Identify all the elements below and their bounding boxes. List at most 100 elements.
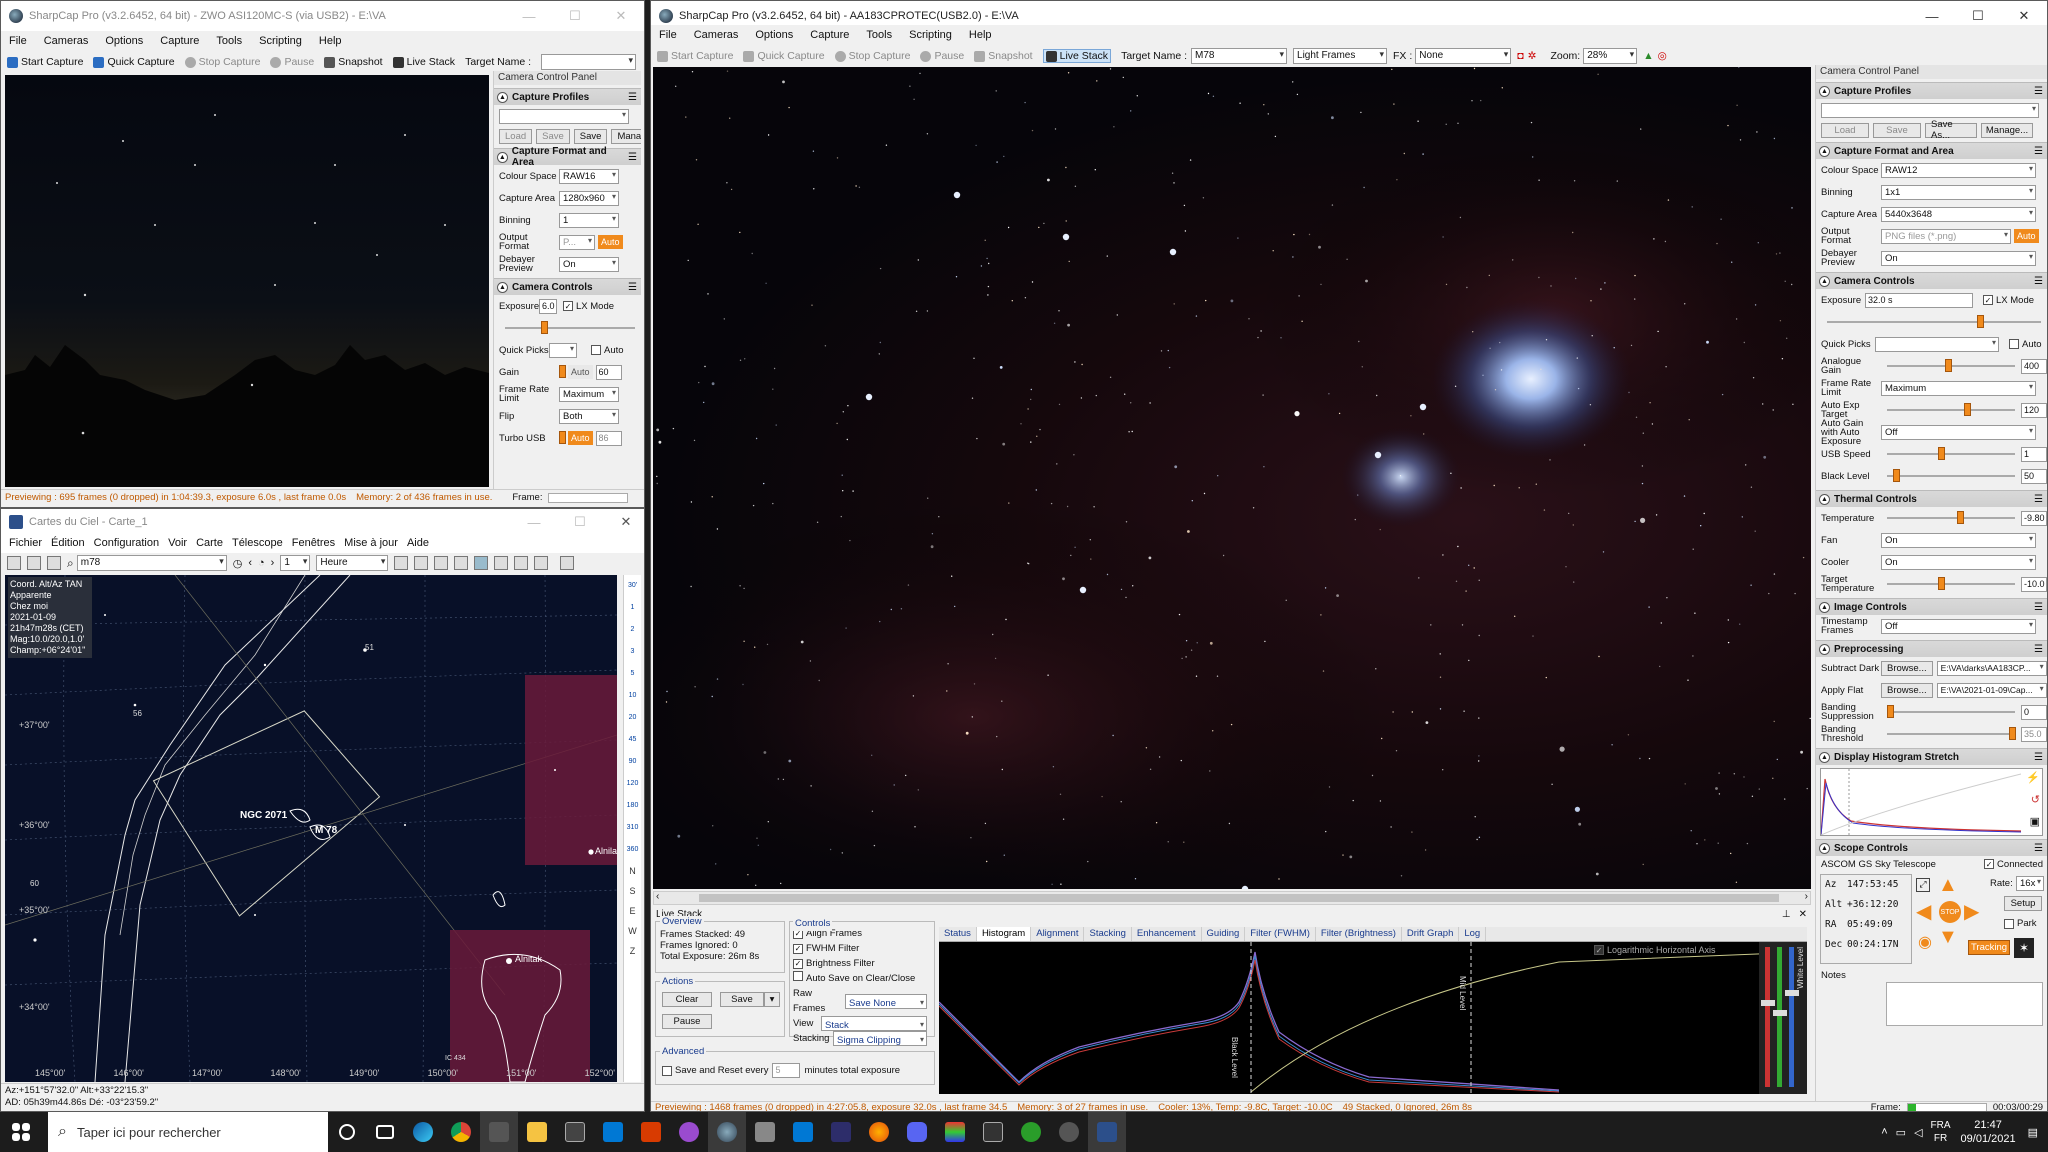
dark-file-select[interactable]: E:\VA\darks\AA183CP...	[1936, 660, 2047, 676]
close-button[interactable]: ✕	[603, 509, 644, 535]
mid-level-marker[interactable]: Mid Level	[1458, 976, 1467, 1010]
slew-right-icon[interactable]: ▶	[1964, 899, 1979, 924]
flat-file-select[interactable]: E:\VA\2021-01-09\Cap...	[1936, 682, 2047, 698]
zoom-select[interactable]: 28%	[1583, 48, 1638, 64]
discord-icon[interactable]	[898, 1112, 936, 1152]
maximize-button[interactable]: ☐	[552, 1, 598, 31]
slew-left-icon[interactable]: ◀	[1916, 899, 1931, 924]
menu-mise-a-jour[interactable]: Mise à jour	[344, 537, 398, 549]
crosshair-icon[interactable]: ✲	[1528, 50, 1537, 62]
target-name-input[interactable]	[541, 54, 637, 70]
volume-icon[interactable]: ◁	[1914, 1126, 1922, 1139]
menu-icon[interactable]: ☰	[2034, 644, 2043, 655]
histogram-reset-icon[interactable]: ↺	[2031, 793, 2040, 806]
slew-down-icon[interactable]: ▼	[1938, 926, 1958, 949]
calculator-icon[interactable]	[784, 1112, 822, 1152]
time-icon[interactable]: ◔	[258, 557, 265, 569]
maximize-button[interactable]: ☐	[557, 509, 603, 535]
preprocessing-header[interactable]: ▲ Preprocessing ☰	[1816, 640, 2047, 657]
auto-button[interactable]: Auto	[2014, 229, 2039, 243]
cortana-icon[interactable]	[328, 1112, 366, 1152]
browse-flat-button[interactable]: Browse...	[1881, 682, 1933, 698]
file-explorer-icon[interactable]	[518, 1112, 556, 1152]
camera-control-slider[interactable]	[1887, 359, 2015, 372]
auto-save-checkbox[interactable]	[793, 971, 803, 981]
manage-button[interactable]: Manage	[611, 128, 641, 144]
profile-select[interactable]	[1821, 102, 2039, 118]
scale-item[interactable]: 30'	[624, 575, 641, 597]
pause-button[interactable]: Pause	[270, 56, 314, 68]
scrollbar-thumb[interactable]	[699, 894, 1779, 902]
step-input[interactable]: 1	[280, 555, 311, 571]
gain-input[interactable]: 60	[595, 364, 622, 380]
camera-control-input[interactable]: 400	[2021, 358, 2047, 374]
scale-item[interactable]: 3	[624, 641, 641, 663]
calendar-icon[interactable]	[7, 556, 21, 570]
tab-alignment[interactable]: Alignment	[1031, 927, 1085, 941]
scale-item[interactable]: 5	[624, 663, 641, 685]
horizontal-scrollbar[interactable]: ‹ ›	[653, 891, 1811, 905]
menu-scripting[interactable]: Scripting	[259, 35, 302, 47]
save-dropdown-icon[interactable]: ▾	[764, 992, 780, 1007]
m78-label[interactable]: M 78	[315, 825, 337, 836]
quick-capture-button[interactable]: Quick Capture	[743, 50, 825, 62]
capture-format-header[interactable]: ▲ Capture Format and Area ☰	[494, 146, 641, 168]
alnilam-label[interactable]: Alnilam	[595, 846, 617, 856]
save-as-button[interactable]: Save As...	[1925, 119, 1977, 141]
firefox-icon[interactable]	[860, 1112, 898, 1152]
exposure-slider[interactable]	[505, 321, 635, 334]
tool-icon[interactable]	[746, 1112, 784, 1152]
gain-slider[interactable]	[559, 365, 566, 378]
store-icon[interactable]	[556, 1112, 594, 1152]
center-icon[interactable]	[434, 556, 449, 570]
camera-control-slider[interactable]	[1887, 469, 2015, 482]
zoom-scale-strip[interactable]: 30' 1 2 3 5 10 20 45 90 120 180 310 360 N S E W Z	[623, 575, 641, 1082]
taskbar-search[interactable]: ⌕ Taper ici pour rechercher	[48, 1112, 328, 1152]
capture-format-header[interactable]: ▲ Capture Format and Area ☰	[1816, 142, 2047, 159]
log-axis-checkbox[interactable]: ✓	[1594, 945, 1604, 955]
tab-histogram[interactable]: Histogram	[976, 927, 1032, 941]
scale-item[interactable]: 180	[624, 795, 641, 817]
collapse-icon[interactable]: ▲	[497, 91, 508, 103]
time-unit-select[interactable]: Heure	[316, 555, 389, 571]
menu-icon[interactable]: ☰	[628, 152, 637, 163]
chrome-icon[interactable]	[442, 1112, 480, 1152]
brightness-filter-option[interactable]: ✓ Brightness Filter	[793, 956, 931, 971]
menu-file[interactable]: File	[659, 29, 677, 41]
collapse-icon[interactable]: ▲	[1819, 85, 1830, 97]
close-panel-icon[interactable]: ✕	[1799, 909, 1807, 920]
tab-enhancement[interactable]: Enhancement	[1132, 927, 1202, 941]
snapshot-button[interactable]: Snapshot	[974, 50, 1033, 62]
menu-tools[interactable]: Tools	[216, 35, 242, 47]
collapse-icon[interactable]: ▲	[1819, 643, 1830, 655]
auto-checkbox[interactable]	[591, 345, 601, 355]
zenith-button[interactable]: Z	[624, 941, 641, 961]
black-level-marker[interactable]: Black Level	[1230, 1037, 1239, 1078]
quick-picks-select[interactable]	[549, 342, 577, 358]
tab-drift-graph[interactable]: Drift Graph	[1402, 927, 1460, 941]
load-button[interactable]: Load	[499, 128, 533, 144]
gain-auto[interactable]: Auto	[568, 365, 593, 379]
camera-preview[interactable]	[5, 75, 489, 487]
histogram-chart[interactable]: ✓ Logarithmic Horizontal Axis Black Level…	[938, 942, 1808, 1094]
output-format-select[interactable]: PNG files (*.png)	[1881, 228, 2011, 244]
menu-icon[interactable]: ☰	[2034, 602, 2043, 613]
colour-space-select[interactable]: RAW16	[559, 168, 619, 184]
office-icon[interactable]	[632, 1112, 670, 1152]
stacking-select[interactable]: Sigma Clipping	[833, 1031, 927, 1047]
menu-fenetres[interactable]: Fenêtres	[292, 537, 335, 549]
camera-control-select[interactable]: Maximum	[1881, 380, 2036, 396]
notifications-icon[interactable]: ▤	[2028, 1126, 2038, 1139]
live-stack-preview[interactable]	[653, 67, 1811, 889]
menu-fichier[interactable]: Fichier	[9, 537, 42, 549]
camera-control-slider[interactable]	[1887, 447, 2015, 460]
setup-button[interactable]: Setup	[2004, 896, 2042, 911]
tab-filter-fwhm[interactable]: Filter (FWHM)	[1245, 927, 1316, 941]
slew-up-icon[interactable]: ▲	[1938, 874, 1958, 897]
back-icon[interactable]: ‹	[248, 557, 252, 569]
thermal-slider[interactable]	[1887, 577, 2015, 590]
tab-status[interactable]: Status	[939, 927, 977, 941]
load-button[interactable]: Load	[1821, 122, 1869, 138]
view-select[interactable]: Stack	[821, 1016, 927, 1032]
collapse-icon[interactable]: ▲	[1819, 493, 1830, 505]
